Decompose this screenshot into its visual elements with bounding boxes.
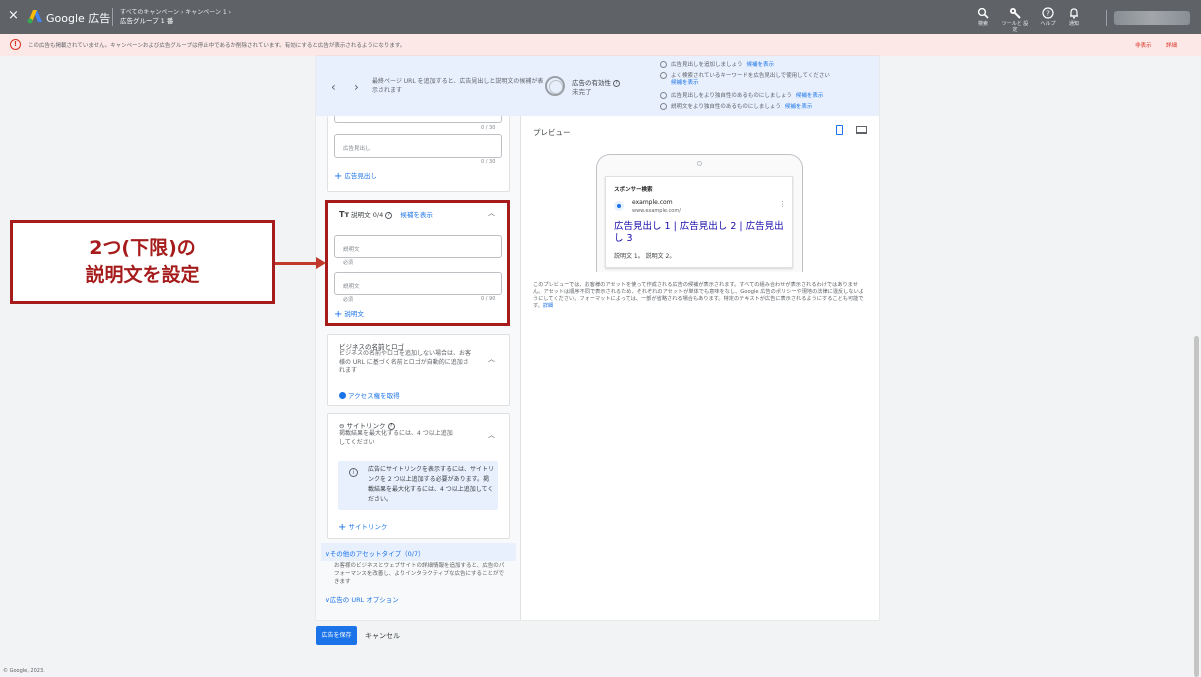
- preview-domain: example.com: [632, 199, 673, 206]
- chevron-right-icon[interactable]: ›: [354, 80, 359, 94]
- circle-icon: [660, 103, 667, 110]
- help-label: ヘルプ: [1040, 21, 1056, 27]
- preview-headline: 広告見出し 1 | 広告見出し 2 | 広告見出し 3: [614, 221, 784, 244]
- help-icon[interactable]: ?: [613, 79, 621, 87]
- plus-icon: +: [334, 171, 343, 182]
- top-app-bar: × Google 広告 すべてのキャンペーン › キャンペーン 1 › 広告グル…: [0, 0, 1201, 34]
- divider: [1106, 10, 1107, 26]
- annotation-line: 説明文を設定: [85, 264, 200, 286]
- bell-icon: [1070, 8, 1078, 19]
- link-icon: ⊖: [339, 422, 345, 430]
- preview-url: www.example.com/: [632, 208, 681, 214]
- headline-counter: 0 / 30: [481, 125, 496, 131]
- cancel-button[interactable]: キャンセル: [365, 631, 400, 641]
- ad-url-options-toggle[interactable]: ∨広告の URL オプション: [325, 594, 399, 604]
- effectiveness-value: 未完了: [572, 88, 592, 96]
- suggestion-item: 広告見出しをより独自性のあるものにしましょう 候補を表示: [660, 92, 860, 100]
- search-label: 検索: [977, 21, 988, 27]
- sitelinks-info-text: 広告にサイトリンクを表示するには、サイトリンクを 2 つ以上追加する必要がありま…: [368, 466, 495, 503]
- ad-preview-card: スポンサー検索 example.com www.example.com/ ⋮ 広…: [605, 176, 793, 268]
- google-ads-logo-icon: [27, 10, 42, 24]
- suggestion-item: 広告見出しを追加しましょう 候補を表示: [660, 61, 860, 69]
- breadcrumb-parents[interactable]: すべてのキャンペーン › キャンペーン 1 ›: [120, 8, 231, 17]
- sponsored-label: スポンサー検索: [614, 187, 653, 193]
- divider: [112, 8, 113, 26]
- sitelinks-info-box: i 広告にサイトリンクを表示するには、サイトリンクを 2 つ以上追加する必要があ…: [338, 461, 498, 510]
- suggestion-item: 説明文をより独自性のあるものにしましょう 候補を表示: [660, 103, 860, 111]
- view-ideas-link[interactable]: 候補を表示: [671, 80, 860, 87]
- more-vert-icon: ⋮: [779, 200, 786, 208]
- help-button[interactable]: ? ヘルプ: [1034, 7, 1062, 27]
- account-switcher[interactable]: [1114, 11, 1190, 25]
- annotation-arrow-line: [275, 262, 317, 265]
- shield-icon: [339, 392, 346, 399]
- view-ideas-link[interactable]: 候補を表示: [747, 62, 775, 68]
- annotation-line: 2つ(下限)の: [89, 237, 196, 259]
- learn-more-link[interactable]: 詳細: [543, 303, 553, 309]
- warning-message: この広告も掲載されていません。キャンペーンおよび広告グループは停止中であるか削除…: [28, 43, 406, 49]
- chevron-up-icon[interactable]: ︿: [488, 430, 495, 440]
- annotation-callout: 2つ(下限)の 説明文を設定: [10, 220, 275, 304]
- add-sitelink-button[interactable]: + サイトリンク: [338, 521, 387, 533]
- tools-settings-button[interactable]: ツールと 設定: [1001, 7, 1029, 33]
- svg-text:?: ?: [1046, 10, 1050, 18]
- plus-icon: +: [338, 522, 347, 533]
- breadcrumb-current[interactable]: 広告グループ 1 番: [120, 17, 231, 26]
- annotation-highlight: [325, 200, 510, 326]
- save-ad-button[interactable]: 広告を保存: [316, 626, 357, 645]
- view-ideas-link[interactable]: 候補を表示: [796, 93, 824, 99]
- desktop-device-icon[interactable]: [856, 126, 867, 134]
- info-icon: i: [349, 468, 358, 477]
- wrench-icon: [1010, 8, 1021, 19]
- preview-title: プレビュー: [533, 128, 571, 137]
- other-asset-types-title: ∨その他のアセットタイプ（0/7）: [325, 550, 425, 558]
- mobile-device-icon[interactable]: [836, 125, 843, 135]
- product-name: Google 広告: [46, 12, 111, 25]
- tools-settings-label: ツールと 設定: [1001, 21, 1029, 33]
- headline-input[interactable]: 広告見出し: [334, 134, 502, 158]
- preview-description: 説明文 1。 説明文 2。: [614, 253, 676, 260]
- circle-icon: [660, 72, 667, 79]
- chevron-left-icon[interactable]: ‹: [331, 80, 336, 94]
- get-access-link[interactable]: アクセス権を取得: [339, 390, 400, 400]
- search-icon: [977, 7, 989, 19]
- annotation-arrow-head: [316, 257, 326, 269]
- favicon-icon: [614, 201, 624, 211]
- ad-effectiveness-bar: ‹ › 最終ページ URL を追加すると、広告見出しと説明文の候補が表示されます…: [316, 56, 879, 116]
- breadcrumb: すべてのキャンペーン › キャンペーン 1 › 広告グループ 1 番: [120, 8, 231, 26]
- notifications-button[interactable]: 通知: [1060, 7, 1088, 27]
- phone-camera: [697, 161, 702, 166]
- scrollbar-thumb[interactable]: [1194, 336, 1199, 677]
- circle-icon: [660, 92, 667, 99]
- view-ideas-link[interactable]: 候補を表示: [785, 104, 813, 110]
- headline-counter: 0 / 30: [481, 159, 496, 165]
- effectiveness-ring-icon: [545, 76, 565, 96]
- circle-icon: [660, 61, 667, 68]
- suggestion-item: よく検索されているキーワードを広告見出しで使用してください 候補を表示: [660, 72, 860, 87]
- headline-input[interactable]: [334, 116, 502, 123]
- copyright: © Google, 2023.: [3, 668, 45, 674]
- close-icon[interactable]: ×: [8, 9, 19, 23]
- business-section-desc: ビジネスの名前やロゴを追加しない場合は、お客様の URL に基づく名前とロゴが自…: [339, 350, 472, 374]
- final-url-hint: 最終ページ URL を追加すると、広告見出しと説明文の候補が表示されます: [372, 78, 544, 94]
- preview-disclaimer: このプレビューでは、お客様のアセットを使って作成される広告の候補が表示されます。…: [533, 282, 864, 309]
- sitelinks-header: ⊖ サイトリンク ?: [339, 420, 395, 430]
- warning-banner: ! この広告も掲載されていません。キャンペーンおよび広告グループは停止中であるか…: [0, 34, 1201, 56]
- help-icon[interactable]: ?: [387, 422, 395, 430]
- add-headline-button[interactable]: + 広告見出し: [334, 170, 377, 182]
- help-icon: ?: [1042, 7, 1054, 19]
- hide-banner-link[interactable]: 非表示: [1135, 41, 1152, 49]
- chevron-up-icon[interactable]: ︿: [488, 354, 495, 364]
- notifications-label: 通知: [1068, 21, 1079, 27]
- search-button[interactable]: 検索: [969, 7, 997, 27]
- other-asset-types-desc: お客様のビジネスとウェブサイトの詳細情報を追加すると、広告のパフォーマンスを改善…: [334, 563, 505, 585]
- annotation-text: 2つ(下限)の 説明文を設定: [13, 235, 272, 289]
- sitelinks-desc: 掲載結果を最大化するには、4 つ以上追加してください: [339, 430, 453, 446]
- banner-details-link[interactable]: 詳細: [1166, 41, 1177, 49]
- other-asset-types-toggle[interactable]: ∨その他のアセットタイプ（0/7）: [321, 543, 516, 561]
- warning-icon: !: [10, 39, 21, 50]
